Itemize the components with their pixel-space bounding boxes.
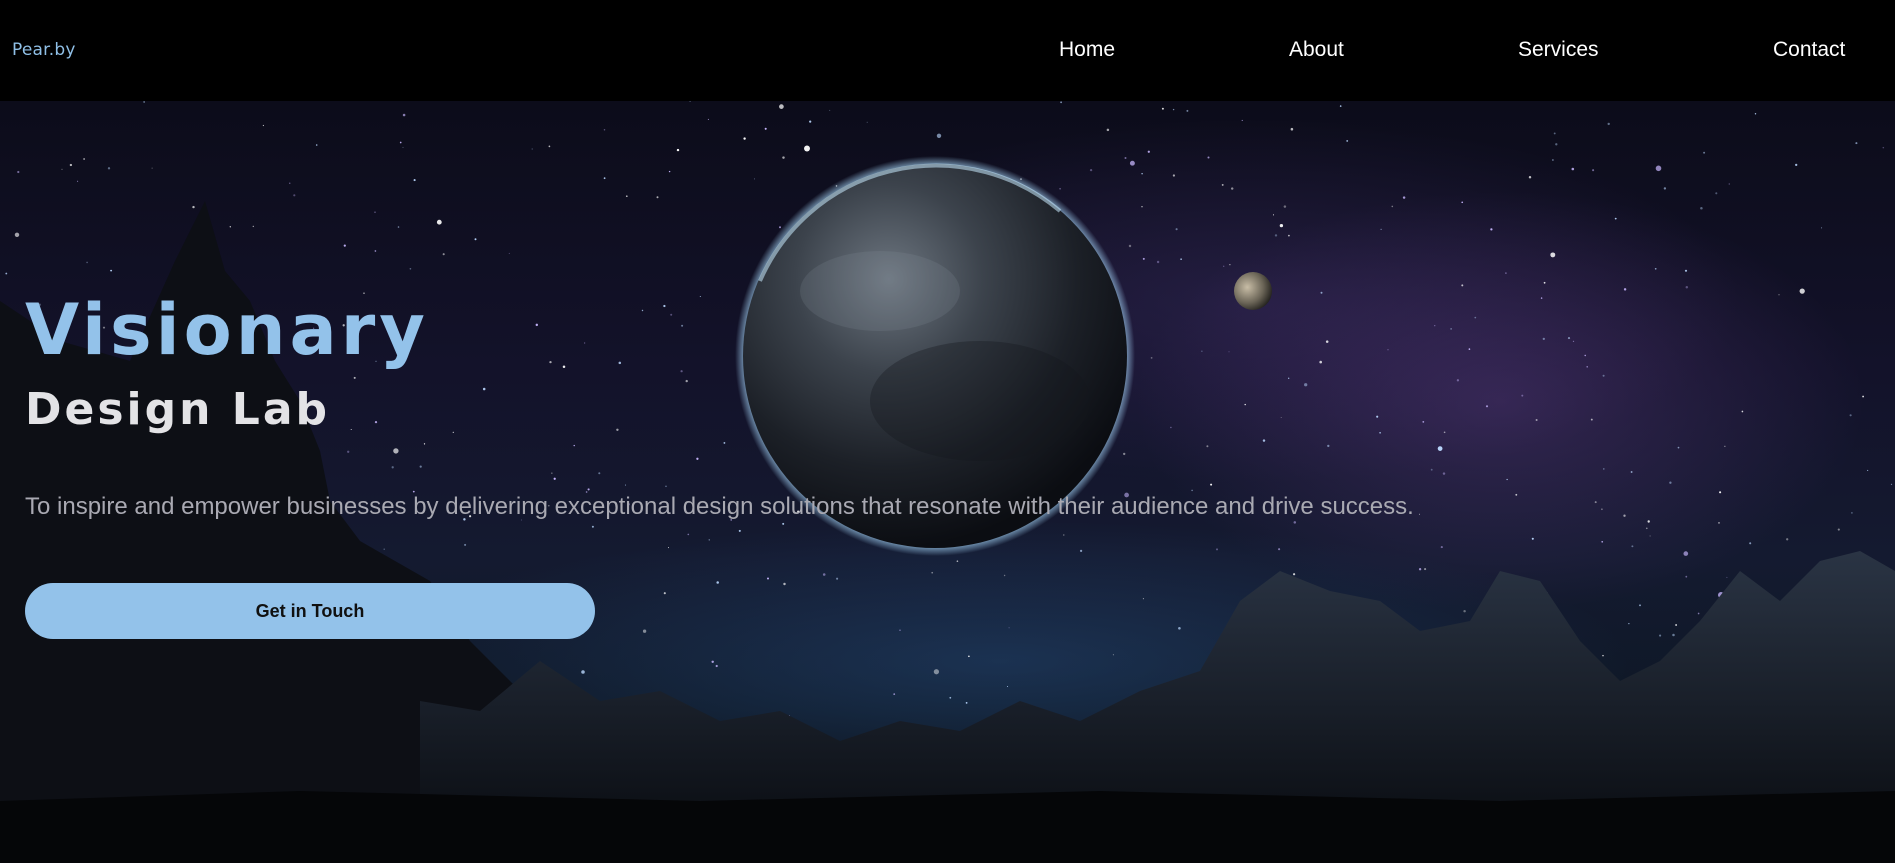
nav-link-home[interactable]: Home bbox=[1059, 38, 1115, 62]
nav-link-about[interactable]: About bbox=[1289, 38, 1344, 62]
get-in-touch-button[interactable]: Get in Touch bbox=[25, 583, 595, 639]
moon-image bbox=[1234, 272, 1272, 310]
top-navbar: Pear.by Home About Services Contact bbox=[0, 0, 1895, 101]
space-background-image bbox=[0, 101, 1895, 863]
hero-title: Visionary bbox=[25, 289, 429, 371]
brand-logo[interactable]: Pear.by bbox=[12, 40, 76, 60]
hero-subtitle: Design Lab bbox=[25, 384, 330, 435]
hero-section: Visionary Design Lab To inspire and empo… bbox=[0, 101, 1895, 863]
landing-page: Pear.by Home About Services Contact Visi… bbox=[0, 0, 1895, 863]
hero-description: To inspire and empower businesses by del… bbox=[25, 493, 1414, 520]
nav-link-services[interactable]: Services bbox=[1518, 38, 1599, 62]
nav-link-contact[interactable]: Contact bbox=[1773, 38, 1845, 62]
